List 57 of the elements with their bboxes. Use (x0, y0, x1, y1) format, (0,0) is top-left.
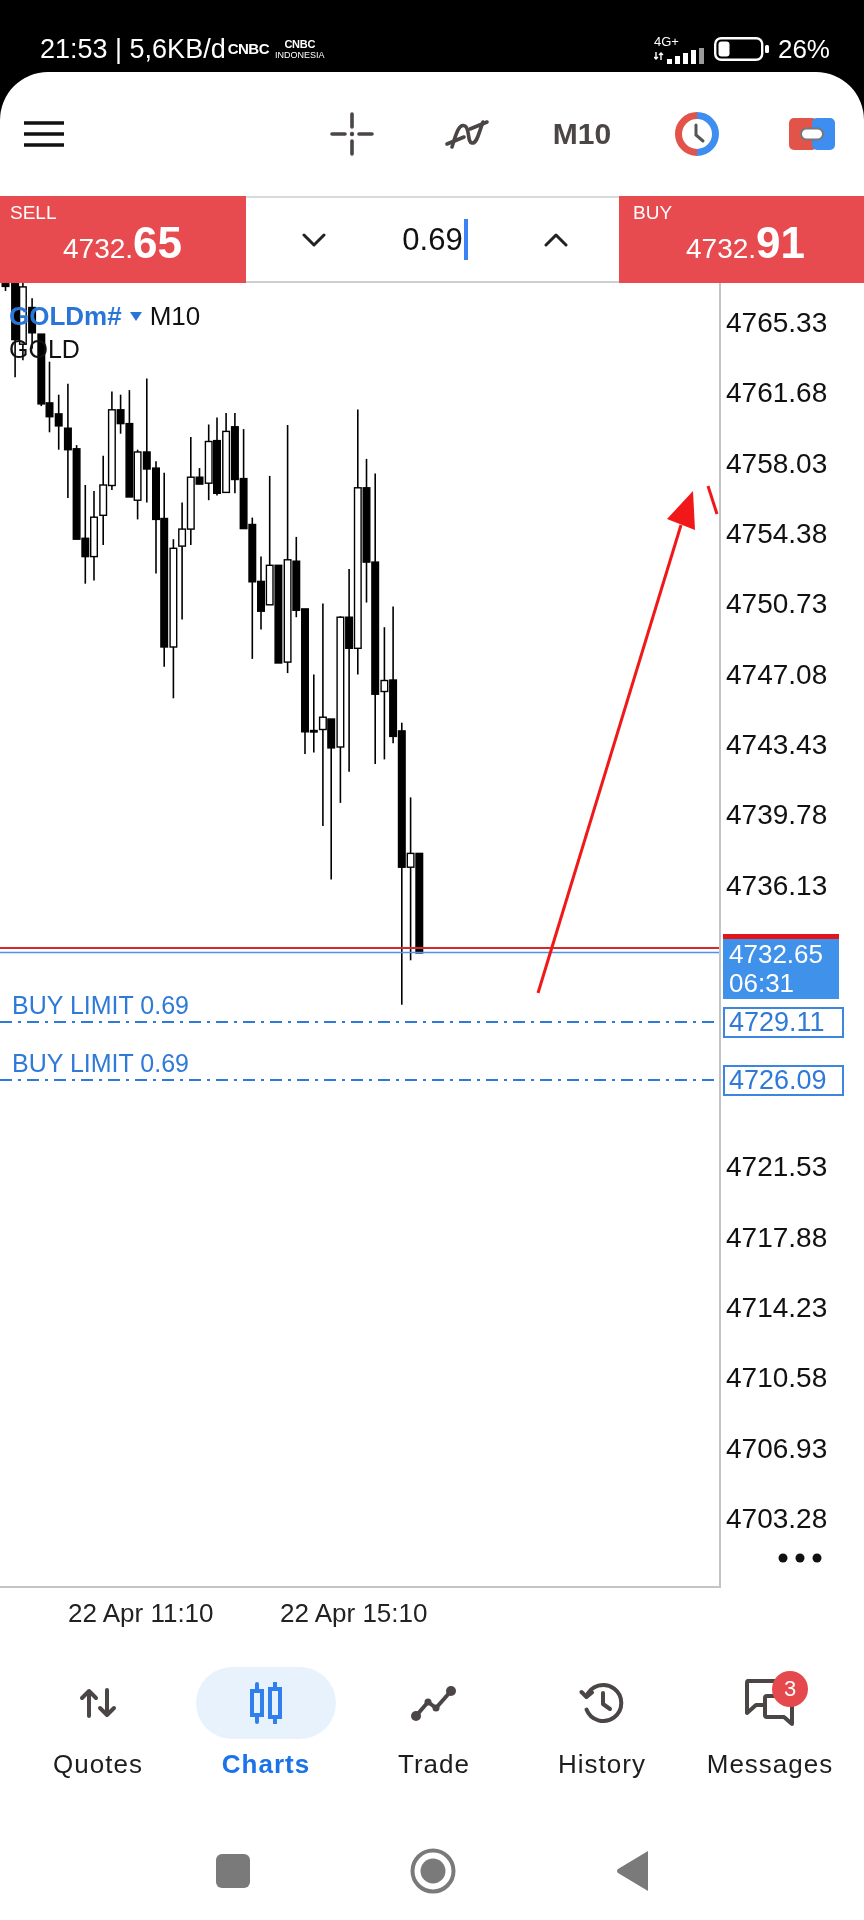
chevron-up-icon[interactable] (544, 232, 568, 247)
sort-arrows-icon (79, 1687, 117, 1719)
order-label: BUY LIMIT 0.69 (12, 1049, 189, 1077)
nav-tab[interactable]: Trade (364, 1667, 504, 1781)
price-scale-label: 4739.78 (726, 799, 828, 832)
price-scale-label: 4758.03 (726, 447, 828, 480)
square-icon[interactable] (216, 1854, 250, 1888)
battery-icon (713, 37, 770, 61)
network-type: 4G+ (653, 34, 679, 48)
signal-icon (653, 47, 706, 64)
price-scale-label: 4747.08 (726, 658, 828, 691)
buy-button[interactable]: BUY 4732.91 (619, 196, 864, 283)
price-scale-label: 4703.28 (726, 1502, 828, 1535)
line-chart-icon (411, 1685, 457, 1721)
price-scale-label: 4743.43 (726, 729, 828, 762)
price-scale-label: 4761.68 (726, 377, 828, 410)
chart-timeframe: M10 (149, 301, 201, 331)
status-time-speed: 21:53 | 5,6KB/d (40, 33, 226, 65)
chevron-down-icon[interactable] (302, 232, 326, 247)
logo-subtitle: INDONESIA (275, 49, 325, 60)
price-scale-label: 4765.33 (726, 307, 828, 339)
more-icon[interactable] (778, 1553, 822, 1563)
candlestick-icon (248, 1682, 284, 1724)
price-scale-label: 4717.88 (726, 1221, 828, 1254)
nav-tab[interactable]: History (532, 1667, 672, 1781)
price-scale-label: 4736.13 (726, 869, 828, 902)
price-scale-label: 4706.93 (726, 1432, 828, 1465)
bar-countdown: 06:31 (729, 969, 795, 998)
time-scale-label: 22 Apr 15:10 (280, 1598, 428, 1628)
nav-tab[interactable]: Quotes (28, 1667, 168, 1781)
price-scale-label: 4710.58 (726, 1362, 828, 1395)
notification-logo: CNBC (284, 38, 316, 50)
line-segment (706, 485, 719, 515)
notification-logo: CNBC (227, 41, 269, 57)
volume-field[interactable]: 0.69 (326, 214, 544, 265)
menu-icon[interactable] (24, 121, 64, 147)
current-price: 4732.65 (729, 940, 823, 969)
nav-tab[interactable]: 3 Messages (700, 1667, 840, 1781)
crosshair-icon[interactable] (330, 112, 374, 156)
price-scale-label: 4714.23 (726, 1291, 828, 1324)
toggle-icon[interactable] (789, 118, 835, 150)
history-icon (579, 1680, 625, 1726)
home-icon[interactable] (410, 1848, 456, 1894)
order-price-tag: 4726.09 (723, 1065, 844, 1096)
back-icon[interactable] (616, 1851, 648, 1891)
timeframe-button[interactable]: M10 (552, 117, 612, 151)
price-scale-label: 4750.73 (726, 588, 828, 621)
time-scale-label: 22 Apr 11:10 (68, 1598, 214, 1628)
order-label: BUY LIMIT 0.69 (12, 991, 189, 1019)
dropdown-caret-icon[interactable] (129, 311, 142, 321)
price-scale-label: 4754.38 (726, 518, 828, 551)
price-scale-label: 4721.53 (726, 1151, 828, 1184)
order-price-tag: 4729.11 (723, 1007, 844, 1038)
clock-icon[interactable] (674, 111, 720, 157)
notification-badge: 3 (772, 1671, 808, 1707)
sell-button[interactable]: SELL 4732.65 (0, 196, 246, 283)
battery-percent: 26% (777, 34, 830, 64)
